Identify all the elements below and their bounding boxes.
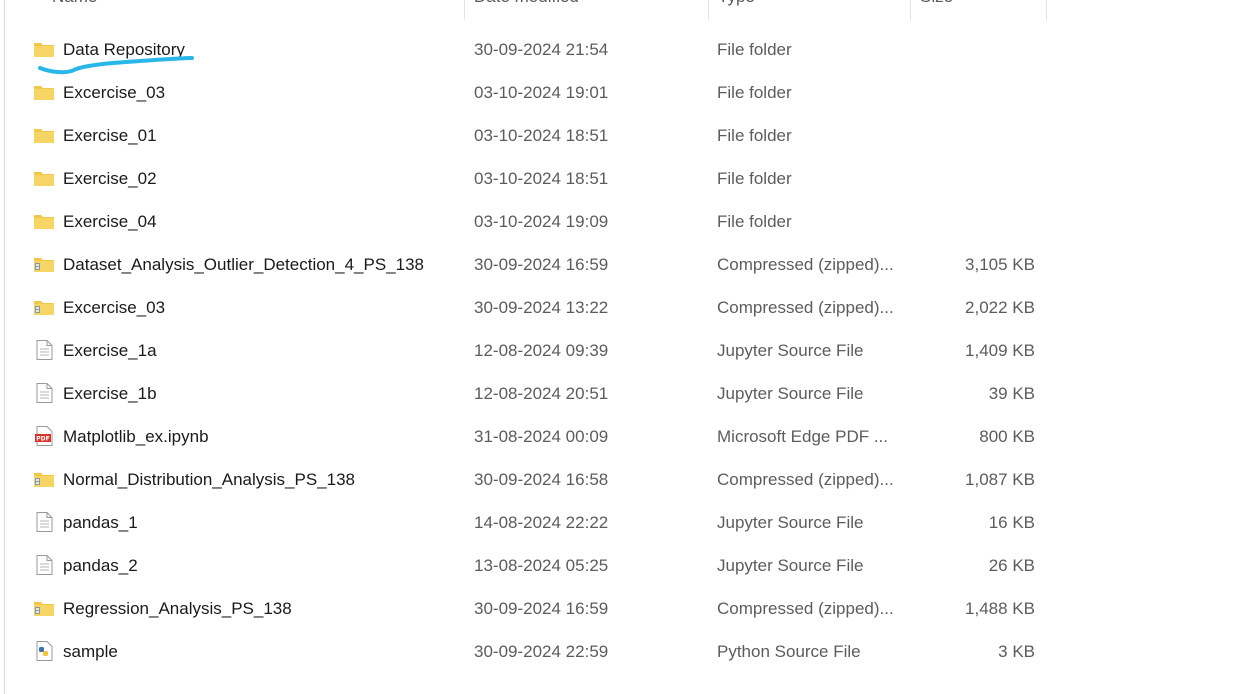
file-explorer-list: Name Date modified Type Size Data Reposi… bbox=[0, 0, 1255, 694]
python-file-icon bbox=[33, 641, 55, 661]
folder-icon bbox=[33, 168, 55, 188]
file-list: Data Repository 30-09-2024 21:54 File fold… bbox=[0, 28, 1255, 673]
file-size: 39 KB bbox=[988, 384, 1035, 403]
column-divider[interactable] bbox=[910, 0, 911, 20]
file-name: pandas_2 bbox=[63, 556, 138, 575]
file-size bbox=[900, 71, 1035, 114]
file-name: Exercise_02 bbox=[63, 169, 157, 188]
file-type: Jupyter Source File bbox=[717, 384, 864, 403]
file-size: 3 KB bbox=[998, 642, 1035, 661]
file-size: 16 KB bbox=[988, 513, 1035, 532]
file-type: Jupyter Source File bbox=[717, 513, 864, 532]
document-icon bbox=[33, 512, 55, 532]
file-row[interactable]: Excercise_03 30-09-2024 13:22 Compressed (… bbox=[0, 286, 1255, 329]
file-type: Jupyter Source File bbox=[717, 556, 864, 575]
file-type: Compressed (zipped)... bbox=[717, 470, 894, 489]
file-row[interactable]: pandas_2 13-08-2024 05:25 Jupyter Source F… bbox=[0, 544, 1255, 587]
column-divider[interactable] bbox=[708, 0, 709, 20]
file-type: File folder bbox=[717, 212, 792, 231]
column-header-type[interactable]: Type bbox=[718, 0, 755, 18]
file-date-modified: 03-10-2024 19:09 bbox=[474, 212, 609, 231]
file-date-modified: 30-09-2024 16:59 bbox=[474, 599, 609, 618]
file-date-modified: 30-09-2024 21:54 bbox=[474, 40, 609, 59]
file-date-modified: 03-10-2024 18:51 bbox=[474, 169, 609, 188]
file-date-modified: 12-08-2024 09:39 bbox=[474, 341, 609, 360]
svg-text:PDF: PDF bbox=[36, 436, 49, 443]
file-date-modified: 30-09-2024 13:22 bbox=[474, 298, 609, 317]
file-date-modified: 14-08-2024 22:22 bbox=[474, 513, 609, 532]
document-icon bbox=[33, 340, 55, 360]
file-size: 1,409 KB bbox=[965, 341, 1035, 360]
file-row[interactable]: Exercise_01 03-10-2024 18:51 File folder bbox=[0, 114, 1255, 157]
file-row[interactable]: pandas_1 14-08-2024 22:22 Jupyter Source F… bbox=[0, 501, 1255, 544]
file-type: File folder bbox=[717, 40, 792, 59]
file-date-modified: 30-09-2024 16:58 bbox=[474, 470, 609, 489]
file-row[interactable]: Exercise_04 03-10-2024 19:09 File folder bbox=[0, 200, 1255, 243]
file-row[interactable]: Dataset_Analysis_Outlier_Detection_4_PS_… bbox=[0, 243, 1255, 286]
file-size: 1,087 KB bbox=[965, 470, 1035, 489]
file-date-modified: 03-10-2024 18:51 bbox=[474, 126, 609, 145]
file-size: 26 KB bbox=[988, 556, 1035, 575]
file-size: 1,488 KB bbox=[965, 599, 1035, 618]
file-size bbox=[900, 200, 1035, 243]
file-name: Matplotlib_ex.ipynb bbox=[63, 427, 209, 446]
file-size bbox=[900, 114, 1035, 157]
column-header-size[interactable]: Size bbox=[920, 0, 953, 18]
file-name: sample bbox=[63, 642, 118, 661]
file-row[interactable]: Exercise_1a 12-08-2024 09:39 Jupyter Sourc… bbox=[0, 329, 1255, 372]
file-name: Exercise_04 bbox=[63, 212, 157, 231]
file-name: Exercise_1a bbox=[63, 341, 157, 360]
file-size bbox=[900, 157, 1035, 200]
file-name: Regression_Analysis_PS_138 bbox=[63, 599, 292, 618]
column-header-date[interactable]: Date modified bbox=[474, 0, 579, 18]
file-type: File folder bbox=[717, 83, 792, 102]
file-type: File folder bbox=[717, 126, 792, 145]
file-name: Exercise_1b bbox=[63, 384, 157, 403]
file-date-modified: 03-10-2024 19:01 bbox=[474, 83, 609, 102]
file-type: File folder bbox=[717, 169, 792, 188]
pdf-icon: PDF bbox=[33, 426, 55, 446]
file-row[interactable]: Exercise_02 03-10-2024 18:51 File folder bbox=[0, 157, 1255, 200]
file-type: Compressed (zipped)... bbox=[717, 255, 894, 274]
file-row[interactable]: Regression_Analysis_PS_138 30-09-2024 16:… bbox=[0, 587, 1255, 630]
file-row[interactable]: PDF Matplotlib_ex.ipynb 31-08-2024 00:09 Mi… bbox=[0, 415, 1255, 458]
folder-icon bbox=[33, 82, 55, 102]
file-name: Normal_Distribution_Analysis_PS_138 bbox=[63, 470, 355, 489]
zip-folder-icon bbox=[33, 598, 55, 618]
document-icon bbox=[33, 383, 55, 403]
file-date-modified: 31-08-2024 00:09 bbox=[474, 427, 609, 446]
document-icon bbox=[33, 555, 55, 575]
file-type: Python Source File bbox=[717, 642, 861, 661]
file-size: 3,105 KB bbox=[965, 255, 1035, 274]
file-type: Compressed (zipped)... bbox=[717, 599, 894, 618]
file-date-modified: 30-09-2024 16:59 bbox=[474, 255, 609, 274]
column-header-name[interactable]: Name bbox=[52, 0, 97, 18]
file-name: Excercise_03 bbox=[63, 298, 166, 317]
zip-folder-icon bbox=[33, 297, 55, 317]
column-divider[interactable] bbox=[1046, 0, 1047, 20]
folder-icon bbox=[33, 211, 55, 231]
file-type: Jupyter Source File bbox=[717, 341, 864, 360]
column-divider[interactable] bbox=[464, 0, 465, 20]
file-row[interactable]: sample 30-09-2024 22:59 Python Source File… bbox=[0, 630, 1255, 673]
file-date-modified: 13-08-2024 05:25 bbox=[474, 556, 609, 575]
file-type: Microsoft Edge PDF ... bbox=[717, 427, 888, 446]
zip-folder-icon bbox=[33, 469, 55, 489]
file-size: 2,022 KB bbox=[965, 298, 1035, 317]
file-name: pandas_1 bbox=[63, 513, 138, 532]
folder-icon bbox=[33, 125, 55, 145]
file-name: Exercise_01 bbox=[63, 126, 157, 145]
file-row[interactable]: Exercise_1b 12-08-2024 20:51 Jupyter Sourc… bbox=[0, 372, 1255, 415]
file-row[interactable]: Normal_Distribution_Analysis_PS_138 30-09… bbox=[0, 458, 1255, 501]
file-type: Compressed (zipped)... bbox=[717, 298, 894, 317]
file-date-modified: 12-08-2024 20:51 bbox=[474, 384, 609, 403]
file-name: Dataset_Analysis_Outlier_Detection_4_PS_… bbox=[63, 255, 425, 274]
file-size: 800 KB bbox=[979, 427, 1035, 446]
column-header-bar: Name Date modified Type Size bbox=[0, 0, 1255, 20]
file-size bbox=[900, 28, 1035, 71]
file-date-modified: 30-09-2024 22:59 bbox=[474, 642, 609, 661]
highlight-underline-annotation bbox=[38, 56, 194, 75]
zip-folder-icon bbox=[33, 254, 55, 274]
